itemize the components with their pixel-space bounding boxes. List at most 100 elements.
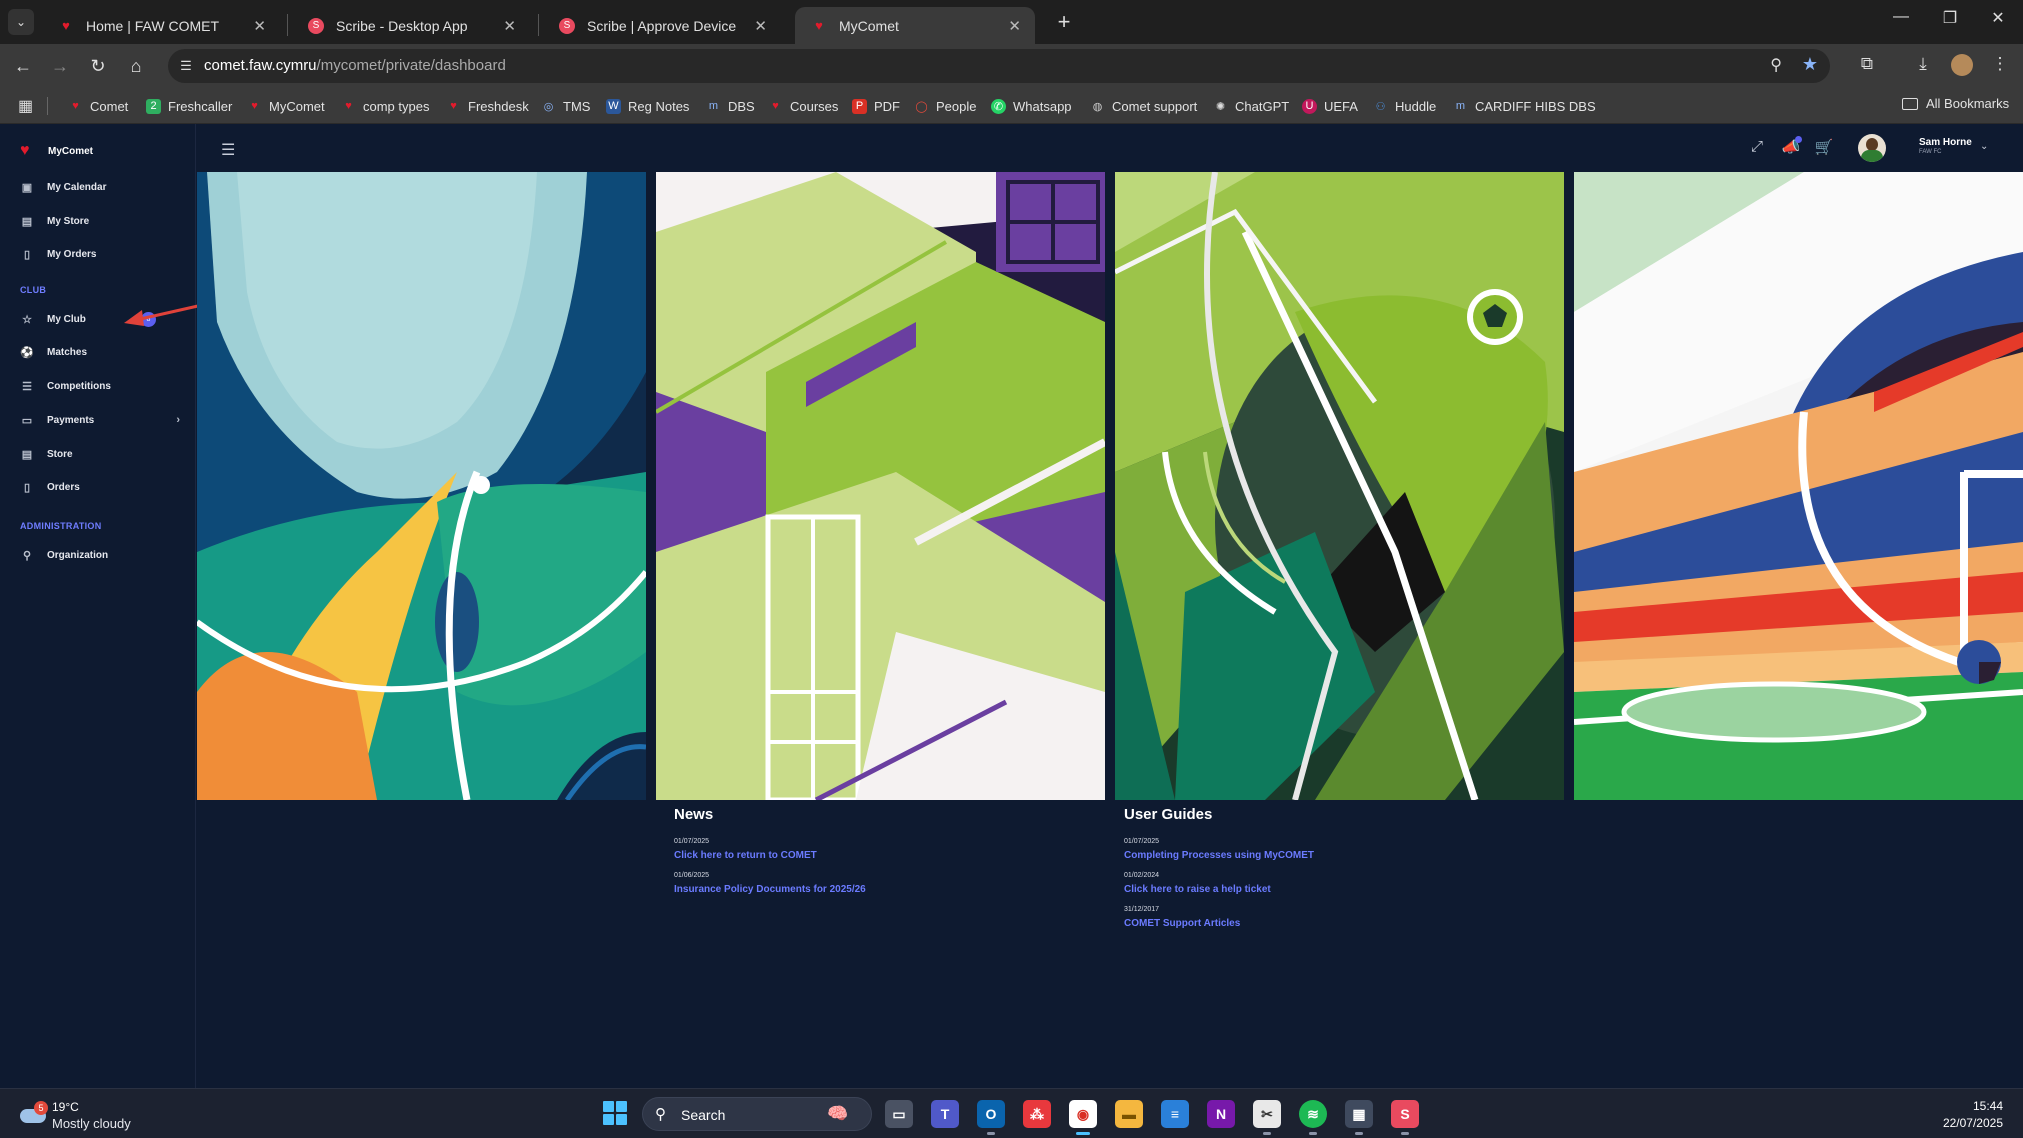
news-link[interactable]: Insurance Policy Documents for 2025/26 — [674, 884, 866, 895]
file-explorer-icon[interactable]: ▬ — [1115, 1100, 1143, 1128]
tab-scribe-desktop[interactable]: S Scribe - Desktop App ✕ — [292, 7, 530, 44]
sidebar-item-label: My Calendar — [47, 181, 107, 193]
guide-link[interactable]: COMET Support Articles — [1124, 918, 1240, 929]
bookmark-comp-types[interactable]: ♥ comp types — [341, 96, 429, 116]
news-link[interactable]: Click here to return to COMET — [674, 850, 817, 861]
home-icon[interactable]: ⌂ — [124, 54, 148, 78]
store-icon[interactable]: ▦ — [1345, 1100, 1373, 1135]
fullscreen-icon[interactable]: ⤢ — [1747, 138, 1767, 155]
browser-profile-avatar[interactable] — [1951, 54, 1973, 76]
onenote-icon[interactable]: N — [1207, 1100, 1235, 1128]
site-settings-icon[interactable]: ☰ — [176, 56, 196, 76]
close-tab-icon[interactable]: ✕ — [754, 17, 767, 35]
reload-icon[interactable]: ↻ — [86, 54, 110, 78]
bookmark-courses[interactable]: ♥ Courses — [768, 96, 838, 116]
bookmark-cardiff-hibs-dbs[interactable]: m CARDIFF HIBS DBS — [1453, 96, 1596, 116]
chrome-icon[interactable]: ◉ — [1069, 1100, 1097, 1135]
avatar[interactable] — [1858, 134, 1886, 162]
word-icon: W — [606, 98, 621, 114]
extensions-icon[interactable]: ⧉ — [1855, 54, 1879, 74]
guide-link[interactable]: Click here to raise a help ticket — [1124, 884, 1271, 895]
sidebar-item-matches[interactable]: ⚽ Matches — [20, 342, 180, 362]
sidebar-item-competitions[interactable]: ☰ Competitions — [20, 376, 180, 396]
snipping-tool-icon[interactable]: ✂ — [1253, 1100, 1281, 1135]
globe-icon: ◎ — [543, 100, 554, 113]
sidebar-item-my-store[interactable]: ▤ My Store — [20, 211, 180, 231]
close-window-icon[interactable]: ✕ — [1983, 8, 2013, 28]
weather-description[interactable]: Mostly cloudy — [52, 1116, 131, 1131]
bookmark-uefa[interactable]: U UEFA — [1302, 96, 1358, 116]
sidebar-item-payments[interactable]: ▭ Payments › — [20, 410, 180, 430]
bookmark-tms[interactable]: ◎ TMS — [541, 96, 591, 116]
bookmark-chatgpt[interactable]: ✺ ChatGPT — [1213, 96, 1289, 116]
menu-hamburger-icon[interactable]: ☰ — [221, 140, 235, 160]
restore-icon[interactable]: ❐ — [1935, 8, 1965, 28]
clock-time[interactable]: 15:44 — [1973, 1099, 2003, 1113]
bookmark-comet-support[interactable]: ◍ Comet support — [1090, 96, 1198, 116]
browser-tab-bar: ⌄ ♥ Home | FAW COMET ✕ S Scribe - Deskto… — [0, 0, 2023, 44]
dbs-icon: m — [1455, 100, 1466, 112]
task-view-icon[interactable]: ▭ — [885, 1100, 913, 1128]
app-red-icon[interactable]: ⁂ — [1023, 1100, 1051, 1128]
artwork-panel-4 — [1574, 172, 2023, 800]
bookmark-freshdesk[interactable]: ♥ Freshdesk — [446, 96, 528, 116]
download-icon[interactable]: ⤓ — [1911, 54, 1935, 74]
notepad-icon[interactable]: ≡ — [1161, 1100, 1189, 1128]
cart-icon[interactable]: 🛒 — [1814, 138, 1834, 156]
close-tab-icon[interactable]: ✕ — [253, 17, 266, 35]
bookmark-reg-notes[interactable]: W Reg Notes — [606, 96, 689, 116]
url-text[interactable]: comet.faw.cymru/mycomet/private/dashboar… — [204, 57, 506, 74]
bookmark-whatsapp[interactable]: ✆ Whatsapp — [991, 96, 1072, 116]
back-arrow-icon[interactable]: ← — [11, 54, 35, 78]
tab-mycomet[interactable]: ♥ MyComet ✕ — [795, 7, 1035, 44]
scribe-icon[interactable]: S — [1391, 1100, 1419, 1135]
start-windows-icon[interactable] — [603, 1101, 627, 1125]
taskbar-search[interactable]: ⚲ Search 🧠 — [642, 1097, 872, 1131]
bookmark-freshcaller[interactable]: 2 Freshcaller — [146, 96, 232, 116]
address-bar[interactable]: ☰ comet.faw.cymru/mycomet/private/dashbo… — [168, 49, 1830, 83]
brand[interactable]: ♥ MyComet — [20, 142, 93, 160]
teams-icon[interactable]: T — [931, 1100, 959, 1128]
tab-scribe-approve[interactable]: S Scribe | Approve Device ✕ — [543, 7, 781, 44]
bookmark-label: Courses — [790, 98, 839, 114]
new-tab-button[interactable]: + — [1051, 9, 1077, 35]
bookmark-people[interactable]: ◯ People — [914, 96, 976, 116]
zoom-icon[interactable]: ⚲ — [1770, 55, 1782, 75]
bookmark-huddle[interactable]: ⚇ Huddle — [1373, 96, 1437, 116]
close-tab-icon[interactable]: ✕ — [503, 17, 516, 35]
sidebar-item-orders[interactable]: ▯ Orders — [20, 477, 180, 497]
scribe-favicon-icon: S — [559, 17, 575, 34]
tab-search-button[interactable]: ⌄ — [8, 9, 34, 35]
bookmark-label: ChatGPT — [1235, 98, 1290, 114]
guide-date: 01/07/2025 — [1124, 838, 1160, 845]
all-bookmarks-button[interactable]: All Bookmarks — [1902, 96, 2009, 111]
forward-arrow-icon[interactable]: → — [48, 54, 72, 78]
weather-temperature[interactable]: 19°C — [52, 1100, 79, 1114]
bookmark-label: PDF — [874, 98, 900, 114]
guide-link[interactable]: Completing Processes using MyCOMET — [1124, 850, 1314, 861]
menu-kebab-icon[interactable]: ⋮ — [1988, 54, 2012, 74]
bookmark-mycomet[interactable]: ♥ MyComet — [247, 96, 324, 116]
bookmark-pdf[interactable]: P PDF — [852, 96, 900, 116]
weather-widget-icon[interactable]: 5 — [20, 1101, 48, 1125]
spotify-icon[interactable]: ≋ — [1299, 1100, 1327, 1135]
bookmarks-bar: ▦ ♥ Comet 2 Freshcaller ♥ MyComet ♥ comp typ… — [0, 88, 2023, 124]
clock-date[interactable]: 22/07/2025 — [1943, 1116, 2003, 1130]
chevron-down-icon[interactable]: ⌄ — [1980, 141, 1988, 152]
user-name[interactable]: Sam Horne — [1919, 137, 1972, 148]
sidebar-item-store[interactable]: ▤ Store — [20, 444, 180, 464]
tab-home-faw-comet[interactable]: ♥ Home | FAW COMET ✕ — [42, 7, 280, 44]
search-label: Search — [681, 1107, 726, 1123]
bookmark-dbs[interactable]: m DBS — [706, 96, 755, 116]
bookmark-comet[interactable]: ♥ Comet — [68, 96, 128, 116]
outlook-icon[interactable]: O — [977, 1100, 1005, 1135]
pdf-icon: P — [852, 98, 867, 114]
sidebar-item-my-calendar[interactable]: ▣ My Calendar — [20, 177, 180, 197]
minimize-icon[interactable]: — — [1886, 8, 1916, 26]
apps-grid-icon[interactable]: ▦ — [18, 96, 33, 116]
sidebar-item-organization[interactable]: ⚲ Organization — [20, 545, 180, 565]
close-tab-icon[interactable]: ✕ — [1008, 17, 1021, 35]
url-host: comet.faw.cymru — [204, 57, 317, 74]
bookmark-star-icon[interactable]: ★ — [1802, 54, 1818, 75]
sidebar-item-my-orders[interactable]: ▯ My Orders — [20, 244, 180, 264]
